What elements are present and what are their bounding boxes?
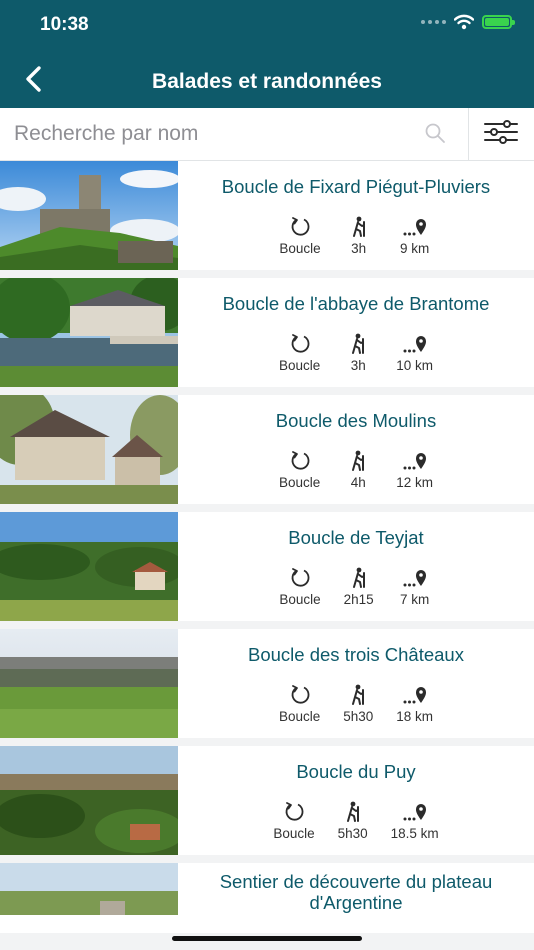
filter-button[interactable] [468,108,534,160]
stat-duration: 5h30 [340,684,376,724]
search-input[interactable] [12,116,416,152]
loop-icon [291,685,310,704]
stat-type: Boucle [279,216,321,256]
distance-pin-icon [403,453,426,470]
stat-type: Boucle [279,567,321,607]
distance-pin-icon [403,570,426,587]
stat-distance: 18 km [396,684,433,724]
walk-photo [0,161,178,270]
walk-distance: 18.5 km [390,826,439,841]
walk-type: Boucle [279,241,321,256]
stat-distance: 18.5 km [391,801,439,841]
hiker-icon [346,801,359,822]
distance-pin-icon [403,219,426,236]
stat-distance: 10 km [396,333,433,373]
status-icons [421,14,515,30]
walk-name: Boucle de l'abbaye de Brantome [222,293,490,314]
walk-photo [0,629,178,738]
stat-distance: 9 km [397,216,433,256]
walk-name: Boucle des trois Châteaux [248,644,464,665]
stat-duration: 4h [340,450,376,490]
walk-name: Boucle de Fixard Piégut-Pluviers [221,176,491,197]
wifi-icon [454,14,474,30]
walk-name: Boucle du Puy [296,761,416,782]
distance-pin-icon [403,804,426,821]
page-title: Balades et randonnées [152,70,382,93]
status-time: 10:38 [40,14,89,35]
distance-pin-icon [403,336,426,353]
distance-pin-icon [403,687,426,704]
stat-type: Boucle [279,333,320,373]
hiker-icon [352,567,365,588]
walk-card[interactable]: Boucle de Teyjat Boucle 2h15 7 km [0,512,534,621]
walk-duration: 5h30 [343,709,374,724]
walk-card[interactable]: Boucle des trois Châteaux Boucle 5h30 18… [0,629,534,738]
stat-distance: 7 km [397,567,433,607]
hiker-icon [352,333,365,354]
walk-stats: Boucle 2h15 7 km [178,567,534,607]
home-indicator [172,936,362,941]
battery-icon [482,15,515,29]
walk-name: Boucle de Teyjat [288,527,424,548]
search-icon[interactable] [424,122,446,144]
stat-duration: 2h15 [341,567,377,607]
stat-duration: 3h [340,333,376,373]
walk-duration: 5h30 [337,826,368,841]
stat-type: Boucle [279,684,320,724]
walk-stats: Boucle 3h 10 km [178,333,534,373]
walk-stats: Boucle 5h30 18 km [178,684,534,724]
walk-stats: Boucle 3h 9 km [178,216,534,256]
walk-distance: 10 km [396,358,434,373]
walk-photo [0,395,178,504]
walk-card[interactable]: Boucle des Moulins Boucle 4h 12 km [0,395,534,504]
loop-icon [291,451,310,470]
walk-card[interactable]: Sentier de découverte du plateau d'Argen… [0,863,534,933]
stat-type: Boucle [279,450,320,490]
walk-type: Boucle [278,358,321,373]
walk-duration: 4h [350,475,366,490]
walk-duration: 3h [351,241,367,256]
walk-stats: Boucle 5h30 18.5 km [178,801,534,841]
walk-photo [0,863,178,915]
walk-distance: 18 km [396,709,434,724]
hiker-icon [352,450,365,471]
stat-duration: 3h [341,216,377,256]
loop-icon [291,334,310,353]
walk-photo [0,512,178,621]
stat-duration: 5h30 [335,801,371,841]
walk-distance: 9 km [400,241,430,256]
hiker-icon [352,216,365,237]
stat-type: Boucle [273,801,315,841]
walk-card[interactable]: Boucle de l'abbaye de Brantome Boucle 3h… [0,278,534,387]
walk-type: Boucle [278,709,321,724]
walk-distance: 12 km [396,475,434,490]
walk-stats: Boucle 4h 12 km [178,450,534,490]
walk-name: Sentier de découverte du plateau d'Argen… [219,871,493,913]
signal-dots-icon [421,20,446,24]
walk-duration: 2h15 [343,592,374,607]
loop-icon [285,802,304,821]
search-bar [0,108,534,161]
walk-duration: 3h [350,358,366,373]
walk-type: Boucle [278,475,321,490]
walk-type: Boucle [273,826,315,841]
walk-name: Boucle des Moulins [275,410,437,431]
loop-icon [291,217,310,236]
app-header: 10:38 Balades et randonnées [0,0,534,108]
walk-card[interactable]: Boucle de Fixard Piégut-Pluviers Boucle … [0,161,534,270]
stat-distance: 12 km [396,450,433,490]
hiker-icon [352,684,365,705]
walk-photo [0,278,178,387]
walk-type: Boucle [279,592,321,607]
walk-photo [0,746,178,855]
walk-distance: 7 km [400,592,430,607]
filter-sliders-icon [484,120,518,144]
loop-icon [291,568,310,587]
walk-card[interactable]: Boucle du Puy Boucle 5h30 18.5 km [0,746,534,855]
